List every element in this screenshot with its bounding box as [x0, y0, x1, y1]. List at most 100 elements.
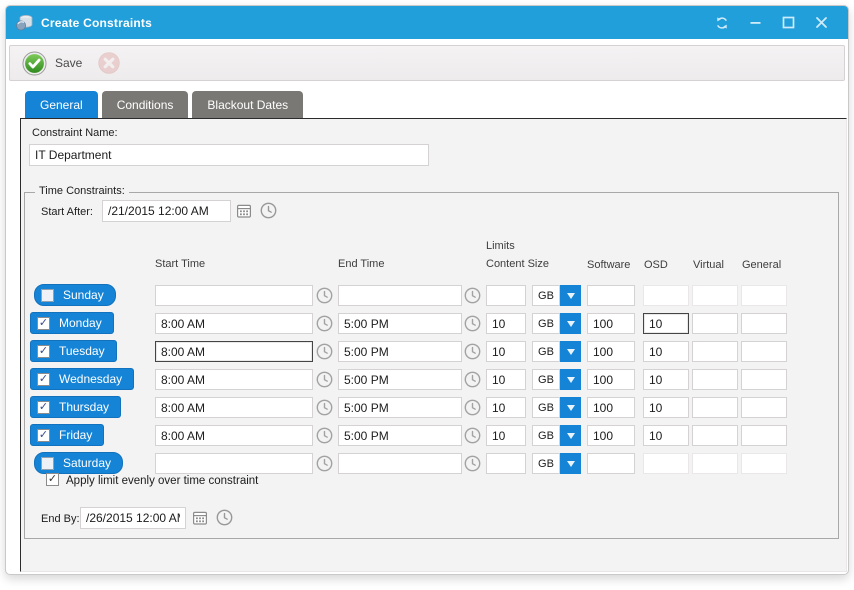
content-size-input-thursday[interactable] — [486, 397, 526, 418]
software-limit-input-sunday[interactable] — [587, 285, 635, 306]
start-time-clock-icon-friday[interactable] — [315, 426, 333, 444]
unit-dropdown-button-saturday[interactable] — [560, 453, 581, 474]
start-time-input-friday[interactable] — [155, 425, 313, 446]
osd-limit-input-friday[interactable] — [643, 425, 689, 446]
end-by-clock-icon[interactable] — [215, 508, 233, 526]
start-time-input-wednesday[interactable] — [155, 369, 313, 390]
content-size-input-saturday[interactable] — [486, 453, 526, 474]
software-limit-input-monday[interactable] — [587, 313, 635, 334]
unit-select-tuesday[interactable]: GB — [532, 341, 560, 362]
software-limit-input-wednesday[interactable] — [587, 369, 635, 390]
osd-limit-input-saturday[interactable] — [643, 453, 689, 474]
end-time-input-saturday[interactable] — [338, 453, 462, 474]
end-time-clock-icon-thursday[interactable] — [463, 398, 481, 416]
end-by-calendar-icon[interactable] — [191, 509, 209, 527]
osd-limit-input-thursday[interactable] — [643, 397, 689, 418]
unit-dropdown-button-tuesday[interactable] — [560, 341, 581, 362]
start-time-input-saturday[interactable] — [155, 453, 313, 474]
end-time-clock-icon-wednesday[interactable] — [463, 370, 481, 388]
unit-dropdown-button-friday[interactable] — [560, 425, 581, 446]
day-toggle-tuesday[interactable]: Tuesday — [30, 340, 117, 362]
software-limit-input-saturday[interactable] — [587, 453, 635, 474]
general-limit-input-monday[interactable] — [741, 313, 787, 334]
tab-conditions[interactable]: Conditions — [102, 91, 189, 118]
general-limit-input-saturday[interactable] — [741, 453, 787, 474]
unit-select-saturday[interactable]: GB — [532, 453, 560, 474]
unit-select-friday[interactable]: GB — [532, 425, 560, 446]
day-toggle-monday[interactable]: Monday — [30, 312, 114, 334]
virtual-limit-input-monday[interactable] — [692, 313, 738, 334]
day-toggle-thursday[interactable]: Thursday — [30, 396, 121, 418]
refresh-icon[interactable] — [715, 16, 729, 30]
save-button[interactable]: Save — [22, 51, 82, 76]
day-toggle-sunday[interactable]: Sunday — [34, 284, 116, 306]
end-time-input-thursday[interactable] — [338, 397, 462, 418]
start-time-clock-icon-monday[interactable] — [315, 314, 333, 332]
end-time-input-friday[interactable] — [338, 425, 462, 446]
unit-dropdown-button-wednesday[interactable] — [560, 369, 581, 390]
maximize-icon[interactable] — [781, 16, 795, 30]
virtual-limit-input-wednesday[interactable] — [692, 369, 738, 390]
apply-limit-checkbox[interactable] — [46, 473, 59, 486]
content-size-input-tuesday[interactable] — [486, 341, 526, 362]
content-size-input-wednesday[interactable] — [486, 369, 526, 390]
virtual-limit-input-thursday[interactable] — [692, 397, 738, 418]
software-limit-input-tuesday[interactable] — [587, 341, 635, 362]
osd-limit-input-wednesday[interactable] — [643, 369, 689, 390]
tab-general[interactable]: General — [25, 91, 98, 118]
start-after-clock-icon[interactable] — [259, 201, 277, 219]
unit-select-thursday[interactable]: GB — [532, 397, 560, 418]
osd-limit-input-monday[interactable] — [643, 313, 689, 334]
general-limit-input-thursday[interactable] — [741, 397, 787, 418]
software-limit-input-thursday[interactable] — [587, 397, 635, 418]
day-toggle-friday[interactable]: Friday — [30, 424, 104, 446]
end-time-input-sunday[interactable] — [338, 285, 462, 306]
start-after-input[interactable] — [102, 200, 231, 222]
unit-dropdown-button-monday[interactable] — [560, 313, 581, 334]
cancel-circle-icon[interactable] — [98, 52, 120, 74]
start-after-calendar-icon[interactable] — [235, 202, 253, 220]
end-time-input-wednesday[interactable] — [338, 369, 462, 390]
virtual-limit-input-sunday[interactable] — [692, 285, 738, 306]
start-time-input-thursday[interactable] — [155, 397, 313, 418]
end-time-clock-icon-sunday[interactable] — [463, 286, 481, 304]
end-time-clock-icon-saturday[interactable] — [463, 454, 481, 472]
start-time-clock-icon-saturday[interactable] — [315, 454, 333, 472]
software-limit-input-friday[interactable] — [587, 425, 635, 446]
unit-select-wednesday[interactable]: GB — [532, 369, 560, 390]
general-limit-input-wednesday[interactable] — [741, 369, 787, 390]
general-limit-input-tuesday[interactable] — [741, 341, 787, 362]
start-time-input-monday[interactable] — [155, 313, 313, 334]
content-size-input-friday[interactable] — [486, 425, 526, 446]
start-time-clock-icon-thursday[interactable] — [315, 398, 333, 416]
unit-dropdown-button-thursday[interactable] — [560, 397, 581, 418]
tab-blackout-dates[interactable]: Blackout Dates — [192, 91, 303, 118]
unit-select-sunday[interactable]: GB — [532, 285, 560, 306]
start-time-clock-icon-wednesday[interactable] — [315, 370, 333, 388]
end-time-input-tuesday[interactable] — [338, 341, 462, 362]
day-toggle-saturday[interactable]: Saturday — [34, 452, 123, 474]
virtual-limit-input-friday[interactable] — [692, 425, 738, 446]
virtual-limit-input-tuesday[interactable] — [692, 341, 738, 362]
day-toggle-wednesday[interactable]: Wednesday — [30, 368, 134, 390]
constraint-name-input[interactable] — [29, 144, 429, 166]
general-limit-input-friday[interactable] — [741, 425, 787, 446]
unit-dropdown-button-sunday[interactable] — [560, 285, 581, 306]
start-time-clock-icon-sunday[interactable] — [315, 286, 333, 304]
osd-limit-input-tuesday[interactable] — [643, 341, 689, 362]
content-size-input-monday[interactable] — [486, 313, 526, 334]
content-size-input-sunday[interactable] — [486, 285, 526, 306]
osd-limit-input-sunday[interactable] — [643, 285, 689, 306]
start-time-clock-icon-tuesday[interactable] — [315, 342, 333, 360]
end-time-clock-icon-friday[interactable] — [463, 426, 481, 444]
end-time-clock-icon-tuesday[interactable] — [463, 342, 481, 360]
start-time-input-sunday[interactable] — [155, 285, 313, 306]
end-by-input[interactable] — [80, 507, 186, 529]
minimize-icon[interactable] — [748, 16, 762, 30]
general-limit-input-sunday[interactable] — [741, 285, 787, 306]
end-time-clock-icon-monday[interactable] — [463, 314, 481, 332]
close-icon[interactable] — [814, 16, 828, 30]
end-time-input-monday[interactable] — [338, 313, 462, 334]
virtual-limit-input-saturday[interactable] — [692, 453, 738, 474]
start-time-input-tuesday[interactable] — [155, 341, 313, 362]
